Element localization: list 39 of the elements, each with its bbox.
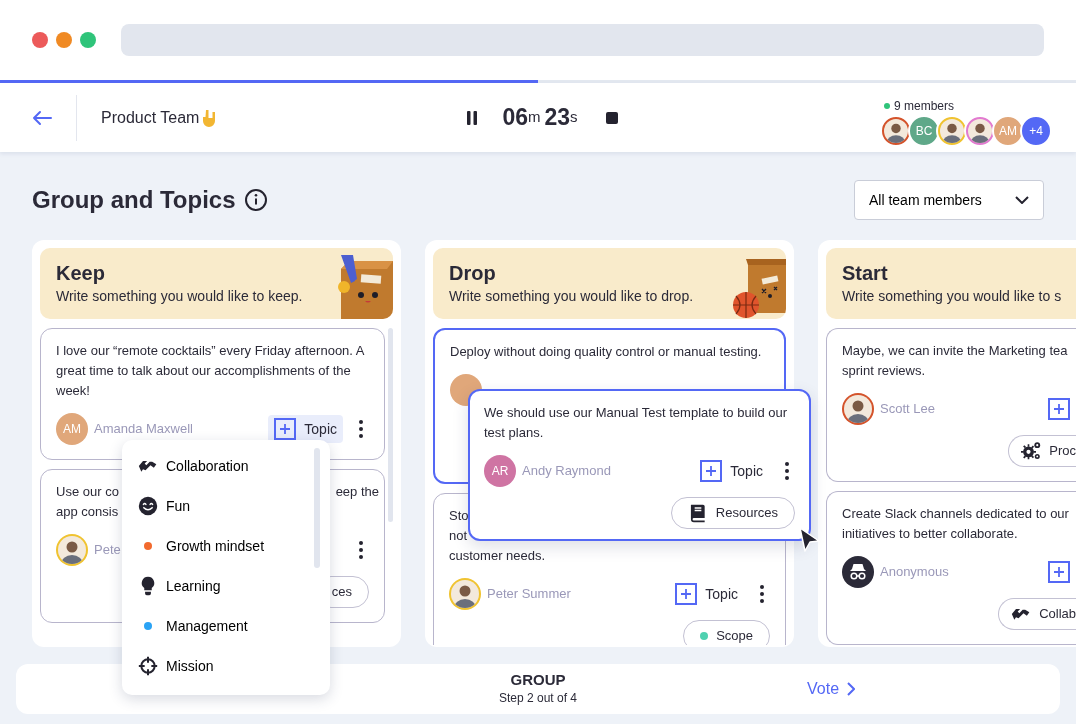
author-name: Anonymous [880, 563, 949, 582]
note-text: Create Slack channels dedicated to our [842, 505, 1069, 523]
timer-unit: m [528, 107, 541, 128]
avatar: AM [992, 114, 1024, 147]
column-subtitle: Write something you would like to keep. [56, 287, 303, 306]
note-text: customer needs. [449, 547, 546, 565]
avatar: BC [908, 114, 940, 147]
author-name: Peter Summer [487, 585, 571, 604]
note-text: initiatives to better collaborate. [842, 525, 1018, 543]
column-title: Keep [56, 261, 106, 286]
timer-seconds: 23 [544, 103, 571, 133]
author-name: Scott Lee [880, 400, 935, 419]
column-title: Start [842, 261, 889, 286]
author-name: Andy Raymond [522, 462, 611, 481]
note-text: We should use our Manual Test template to build our test plans. [484, 404, 789, 442]
note-text: sprint reviews. [842, 362, 926, 380]
timer-minutes: 06 [502, 103, 528, 133]
note-text: I love our “remote cocktails” every Friday afternoon. A great time to talk about our accomplishments of the week! [56, 342, 366, 400]
team-name: Product Team [101, 107, 200, 128]
member-count: 9 members [894, 97, 955, 115]
avatar: AR [484, 455, 516, 487]
timer-unit: s [570, 107, 578, 128]
note-text: not [449, 527, 468, 545]
author-name: Amanda Maxwell [94, 420, 193, 439]
note-text: eep the [335, 483, 379, 501]
column-title: Drop [449, 261, 497, 286]
avatar: +4 [1020, 114, 1052, 147]
column-subtitle: Write something you would like to drop. [449, 287, 694, 306]
column-subtitle: Write something you would like to s [842, 287, 1062, 306]
avatar: AM [56, 413, 88, 445]
author-name: Pete [94, 541, 121, 560]
page-title: Group and Topics [32, 185, 236, 215]
note-text: Use our co [56, 483, 119, 501]
note-text: Maybe, we can invite the Marketing tea [842, 342, 1068, 360]
step-title: GROUP [509, 671, 567, 689]
note-text: Deploy without doing quality control or manual testing. [450, 343, 763, 361]
note-text: app consis [56, 503, 119, 521]
note-text: Sto [449, 507, 469, 525]
step-label: Step 2 out of 4 [498, 690, 578, 707]
